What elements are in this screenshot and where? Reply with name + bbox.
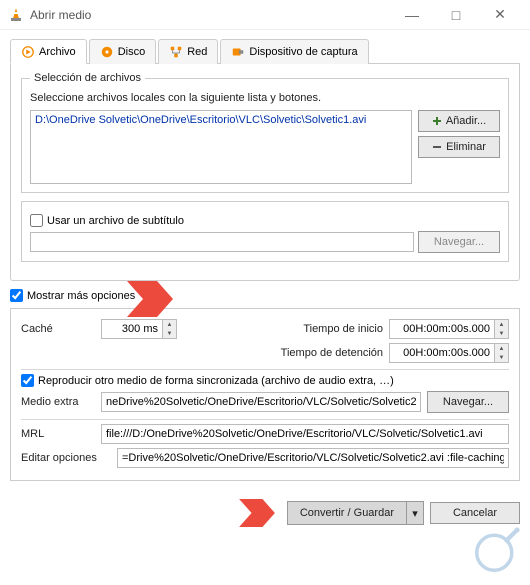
cache-input[interactable]: [102, 320, 162, 338]
file-selection-legend: Selección de archivos: [30, 72, 145, 84]
use-subtitle-label: Usar un archivo de subtítulo: [47, 215, 184, 227]
convert-save-button[interactable]: Convertir / Guardar: [287, 501, 406, 525]
window-close[interactable]: ✕: [478, 0, 522, 30]
stop-time-label: Tiempo de detención: [265, 347, 383, 359]
start-down[interactable]: ▼: [495, 329, 508, 338]
file-selection-hint: Seleccione archivos locales con la sigui…: [30, 92, 500, 104]
convert-save-splitbutton[interactable]: Convertir / Guardar ▾: [287, 501, 424, 525]
minus-icon: [432, 142, 442, 152]
file-selection-group: Selección de archivos Seleccione archivo…: [21, 72, 509, 193]
tab-disco[interactable]: Disco: [89, 39, 157, 64]
window-minimize[interactable]: —: [390, 0, 434, 30]
tab-captura-label: Dispositivo de captura: [249, 46, 357, 58]
add-file-button[interactable]: Añadir...: [418, 110, 500, 132]
tab-bar: Archivo Disco Red Dispositivo de captura: [10, 38, 520, 64]
disc-icon: [100, 45, 114, 59]
annotation-arrow-icon: [237, 499, 277, 527]
cache-up[interactable]: ▲: [163, 320, 176, 329]
cancel-button[interactable]: Cancelar: [430, 502, 520, 524]
add-file-label: Añadir...: [446, 115, 486, 127]
file-play-icon: [21, 45, 35, 59]
titlebar: Abrir medio — □ ✕: [0, 0, 530, 30]
file-list[interactable]: [30, 110, 412, 184]
extra-media-browse-button[interactable]: Navegar...: [427, 391, 509, 413]
more-options-panel: Caché ▲▼ Tiempo de inicio ▲▼ Tiempo de d…: [10, 308, 520, 481]
convert-save-dropdown[interactable]: ▾: [406, 501, 424, 525]
tab-archivo[interactable]: Archivo: [10, 39, 87, 64]
plus-icon: [432, 116, 442, 126]
window-maximize[interactable]: □: [434, 0, 478, 30]
window-title: Abrir medio: [30, 8, 390, 22]
start-time-input[interactable]: [390, 320, 494, 338]
cache-down[interactable]: ▼: [163, 329, 176, 338]
mrl-label: MRL: [21, 428, 95, 440]
network-icon: [169, 45, 183, 59]
stop-up[interactable]: ▲: [495, 344, 508, 353]
use-subtitle-checkbox[interactable]: [30, 214, 43, 227]
cache-spinner[interactable]: ▲▼: [101, 319, 177, 339]
cache-label: Caché: [21, 323, 95, 335]
sync-media-label: Reproducir otro medio de forma sincroniz…: [38, 375, 394, 387]
subtitle-browse-button: Navegar...: [418, 231, 500, 253]
edit-options-input[interactable]: [117, 448, 509, 468]
sync-media-checkbox[interactable]: [21, 374, 34, 387]
extra-media-label: Medio extra: [21, 396, 95, 408]
edit-options-label: Editar opciones: [21, 452, 111, 464]
subtitle-group: Usar un archivo de subtítulo Navegar...: [21, 201, 509, 262]
capture-icon: [231, 45, 245, 59]
tab-red-label: Red: [187, 46, 207, 58]
tab-panel-archivo: Selección de archivos Seleccione archivo…: [10, 64, 520, 281]
stop-time-input[interactable]: [390, 344, 494, 362]
stop-time-spinner[interactable]: ▲▼: [389, 343, 509, 363]
show-more-options-label: Mostrar más opciones: [27, 290, 135, 302]
vlc-icon: [8, 7, 24, 23]
start-time-spinner[interactable]: ▲▼: [389, 319, 509, 339]
tab-captura[interactable]: Dispositivo de captura: [220, 39, 368, 64]
mrl-input[interactable]: [101, 424, 509, 444]
bottom-bar: Convertir / Guardar ▾ Cancelar: [0, 491, 530, 527]
tab-archivo-label: Archivo: [39, 46, 76, 58]
subtitle-path-input: [30, 232, 414, 252]
start-time-label: Tiempo de inicio: [265, 323, 383, 335]
remove-file-button[interactable]: Eliminar: [418, 136, 500, 158]
show-more-options-checkbox[interactable]: [10, 289, 23, 302]
stop-down[interactable]: ▼: [495, 353, 508, 362]
start-up[interactable]: ▲: [495, 320, 508, 329]
remove-file-label: Eliminar: [446, 141, 486, 153]
tab-disco-label: Disco: [118, 46, 146, 58]
watermark-icon: [468, 523, 524, 579]
extra-media-input[interactable]: [101, 392, 421, 412]
tab-red[interactable]: Red: [158, 39, 218, 64]
